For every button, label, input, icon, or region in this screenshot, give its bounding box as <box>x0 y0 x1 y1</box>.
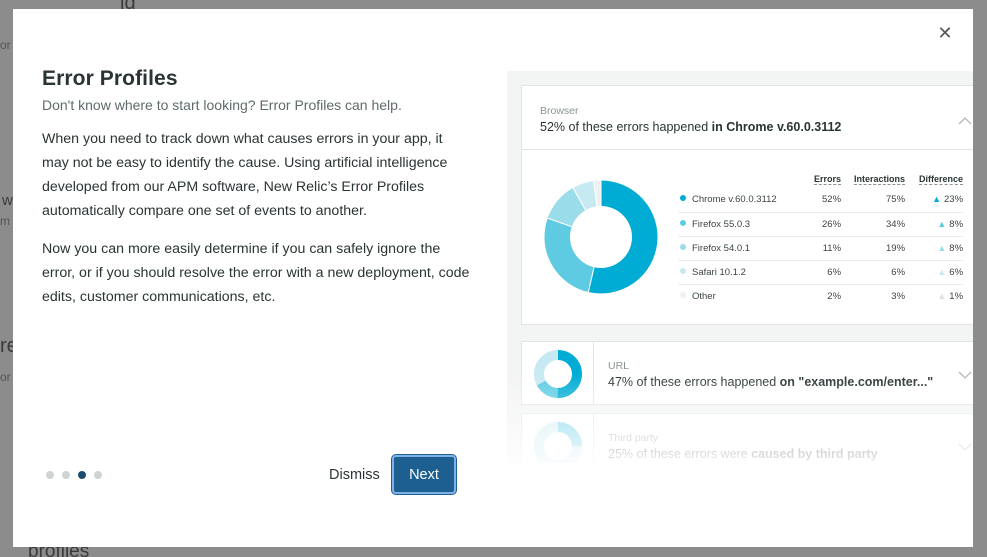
description-paragraph: When you need to track down what causes … <box>42 131 448 219</box>
modal-subtitle: Don't know where to start looking? Error… <box>42 97 402 113</box>
stats-row: Firefox 54.0.1 11% 19% ▲ 8% <box>678 236 964 261</box>
pagination-dot[interactable] <box>46 471 54 479</box>
row-errors: 26% <box>814 212 842 237</box>
stats-row: Safari 10.1.2 6% 6% ▲ 6% <box>678 260 964 285</box>
stats-row: Firefox 55.0.3 26% 34% ▲ 8% <box>678 212 964 237</box>
row-difference: ▲ 6% <box>905 260 964 285</box>
chevron-down-icon <box>958 368 972 382</box>
row-name: Firefox 54.0.1 <box>678 236 814 261</box>
row-interactions: 6% <box>841 260 906 285</box>
row-interactions: 34% <box>841 212 906 237</box>
row-difference: ▲ 1% <box>937 290 964 302</box>
pagination-dot[interactable] <box>94 471 102 479</box>
row-interactions: 3% <box>891 290 906 302</box>
browser-card: Browser 52% of these errors happened in … <box>521 85 973 325</box>
row-errors: 11% <box>814 236 842 261</box>
url-donut-chart <box>522 342 594 406</box>
column-header: Interactions <box>854 174 906 185</box>
summary-text: 47% of these errors happened on "example… <box>608 375 934 389</box>
row-name: Firefox 55.0.3 <box>678 212 814 237</box>
chevron-down-icon <box>958 440 972 454</box>
category-label: Browser <box>540 105 579 117</box>
triangle-up-icon: ▲ <box>937 218 947 229</box>
background-text-fragment: or <box>0 370 11 384</box>
legend-swatch <box>680 267 686 274</box>
dismiss-button[interactable]: Dismiss <box>329 467 380 483</box>
row-errors: 2% <box>827 290 842 302</box>
legend-swatch <box>680 195 686 202</box>
summary-text: 52% of these errors happened in Chrome v… <box>540 120 842 134</box>
pagination-dots <box>46 471 102 479</box>
third-party-summary: Third party 25% of these errors were cau… <box>608 432 878 461</box>
error-profiles-modal: ✕ Error Profiles Don't know where to sta… <box>13 9 973 547</box>
row-errors: 52% <box>814 188 842 213</box>
background-text-fragment: m <box>0 214 10 228</box>
close-icon[interactable]: ✕ <box>935 23 955 43</box>
pagination-dot[interactable] <box>62 471 70 479</box>
browser-card-header: Browser 52% of these errors happened in … <box>522 86 973 150</box>
triangle-up-icon: ▲ <box>932 194 941 205</box>
modal-text-column: Error Profiles Don't know where to start… <box>42 67 472 323</box>
row-difference: ▲ 8% <box>905 236 964 261</box>
stats-row: Chrome v.60.0.3112 52% 75% ▲ 23% <box>678 188 964 213</box>
url-card: URL 47% of these errors happened on "exa… <box>521 341 973 406</box>
row-difference: ▲ 23% <box>905 188 964 213</box>
next-button[interactable]: Next <box>391 454 457 495</box>
row-name: Chrome v.60.0.3112 <box>678 188 814 213</box>
legend-swatch <box>680 243 686 250</box>
triangle-up-icon: ▲ <box>937 290 947 301</box>
summary-text: 25% of these errors were caused by third… <box>608 447 878 461</box>
third-party-card: Third party 25% of these errors were cau… <box>521 413 973 463</box>
row-interactions: 19% <box>841 236 906 261</box>
legend-swatch <box>680 291 686 298</box>
pagination-dot-active[interactable] <box>78 471 86 479</box>
browser-stats-table: Errors Interactions Difference Chrome v.… <box>678 168 964 308</box>
legend-swatch <box>680 219 686 226</box>
error-profiles-illustration: Browser 52% of these errors happened in … <box>507 71 973 463</box>
url-summary: URL 47% of these errors happened on "exa… <box>608 360 933 389</box>
background-text-fragment: or <box>0 38 11 52</box>
category-label: URL <box>608 360 630 372</box>
column-header: Errors <box>814 174 842 185</box>
modal-title: Error Profiles <box>42 67 178 90</box>
row-errors: 6% <box>814 260 842 285</box>
chevron-up-icon <box>958 114 972 128</box>
category-label: Third party <box>608 432 659 444</box>
background-text-fragment: w <box>2 192 13 209</box>
row-name: Safari 10.1.2 <box>678 260 814 285</box>
column-header: Difference <box>919 174 964 185</box>
triangle-up-icon: ▲ <box>937 266 947 277</box>
description-paragraph: Now you can more easily determine if you… <box>42 241 470 305</box>
browser-donut-chart <box>543 179 659 295</box>
row-difference: ▲ 8% <box>905 212 964 237</box>
row-name: Other <box>678 284 814 308</box>
row-interactions: 75% <box>841 188 906 213</box>
third-party-donut-chart <box>522 414 594 463</box>
stats-row: Other 2% 3% ▲ 1% <box>678 284 963 308</box>
triangle-up-icon: ▲ <box>937 242 947 253</box>
